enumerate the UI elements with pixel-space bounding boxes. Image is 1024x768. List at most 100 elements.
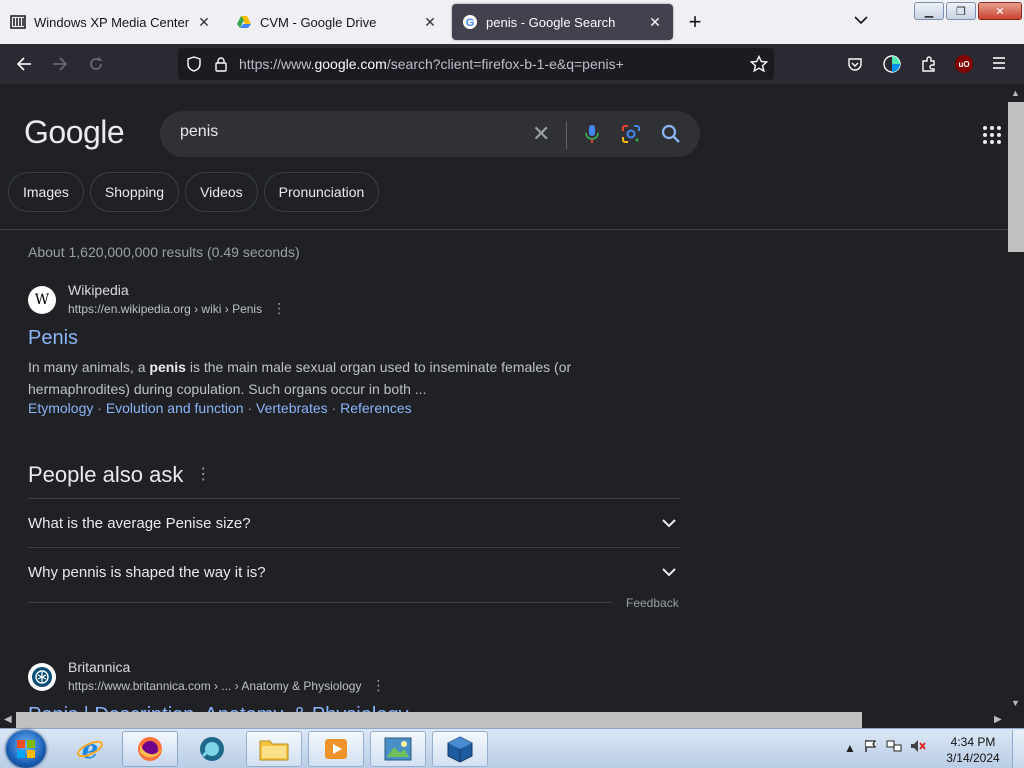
google-logo[interactable]: Google <box>24 114 125 151</box>
search-result: W Wikipedia https://en.wikipedia.org › w… <box>28 282 688 416</box>
chip-videos[interactable]: Videos <box>185 172 258 212</box>
tab-google-search[interactable]: G penis - Google Search ✕ <box>452 4 673 40</box>
search-box-divider <box>566 121 567 149</box>
new-tab-button[interactable]: + <box>683 10 707 34</box>
firefox-taskbar-icon[interactable] <box>122 731 178 767</box>
feedback-link[interactable]: Feedback <box>626 596 679 610</box>
minimize-button[interactable]: ▁ <box>914 2 944 20</box>
scroll-up-arrow-icon[interactable]: ▲ <box>1011 88 1020 98</box>
search-magnifier-icon[interactable] <box>660 123 682 145</box>
list-all-tabs-icon[interactable] <box>854 12 868 28</box>
horizontal-scrollbar[interactable]: ◀ ▶ <box>0 712 1008 728</box>
paa-question[interactable]: What is the average Penise size? <box>28 498 680 547</box>
result-site-row: W Wikipedia https://en.wikipedia.org › w… <box>28 282 688 317</box>
snippet-bold-term: penis <box>149 359 186 375</box>
windows-logo-icon <box>17 740 35 758</box>
paa-question[interactable]: Why pennis is shaped the way it is? <box>28 547 680 596</box>
action-center-flag-icon[interactable] <box>864 739 878 756</box>
reload-icon[interactable] <box>84 52 108 76</box>
google-lens-camera-icon[interactable] <box>620 123 642 145</box>
close-tab-icon[interactable]: ✕ <box>196 14 212 31</box>
britannica-thistle-icon <box>28 662 56 691</box>
scrollbar-corner <box>1008 712 1024 728</box>
search-box[interactable]: ✕ <box>160 111 700 157</box>
restore-button[interactable]: ❐ <box>946 2 976 20</box>
search-filter-chips: Images Shopping Videos Pronunciation <box>8 172 380 212</box>
google-apps-grid-icon[interactable] <box>983 126 1001 144</box>
ublock-origin-icon[interactable]: uO <box>955 55 973 73</box>
close-tab-icon[interactable]: ✕ <box>422 14 438 31</box>
vertical-scroll-thumb[interactable] <box>1008 102 1024 252</box>
file-explorer-icon[interactable] <box>246 731 302 767</box>
snippet-text: In many animals, a <box>28 359 150 375</box>
tab-title: Windows XP Media Center Editi <box>34 14 190 30</box>
volume-muted-icon[interactable] <box>910 739 926 756</box>
wikipedia-w-icon: W <box>28 285 56 314</box>
tab-title: CVM - Google Drive <box>260 14 377 30</box>
result-stats: About 1,620,000,000 results (0.49 second… <box>28 244 300 260</box>
google-drive-icon <box>236 14 252 30</box>
sitelink-references[interactable]: References <box>340 400 412 416</box>
paa-title-text: People also ask <box>28 462 184 487</box>
result-sitelinks: Etymology · Evolution and function · Ver… <box>28 400 412 416</box>
close-tab-icon[interactable]: ✕ <box>647 14 663 31</box>
network-icon[interactable] <box>886 739 902 756</box>
search-input[interactable] <box>180 123 500 141</box>
horizontal-scroll-thumb[interactable] <box>16 712 862 728</box>
navigation-toolbar: https://www.google.com/search?client=fir… <box>0 44 1024 84</box>
voice-search-microphone-icon[interactable] <box>581 123 603 145</box>
url-text[interactable]: https://www.google.com/search?client=fir… <box>239 56 624 72</box>
start-button[interactable] <box>6 730 46 768</box>
system-tray: ▲ <box>844 739 926 756</box>
result-url[interactable]: https://en.wikipedia.org › wiki › Penis <box>68 302 262 316</box>
show-hidden-icons-arrow-icon[interactable]: ▲ <box>844 741 856 755</box>
result-title-link[interactable]: Penis <box>28 327 688 350</box>
url-domain: google.com <box>314 56 387 72</box>
tab-windows-xp[interactable]: Windows XP Media Center Editi ✕ <box>0 4 222 40</box>
back-arrow-icon[interactable] <box>12 52 36 76</box>
account-icon[interactable] <box>882 54 902 79</box>
result-site-name[interactable]: Wikipedia <box>68 282 286 298</box>
result-url-row: https://www.britannica.com › ... › Anato… <box>68 677 385 694</box>
extensions-puzzle-icon[interactable] <box>920 55 938 78</box>
tracking-protection-shield-icon[interactable] <box>186 56 202 77</box>
bookmark-star-icon[interactable] <box>749 54 769 78</box>
chevron-down-icon <box>662 515 676 531</box>
taskbar-clock[interactable]: 4:34 PM 3/14/2024 <box>940 734 1006 766</box>
scroll-left-arrow-icon[interactable]: ◀ <box>4 714 12 725</box>
svg-text:G: G <box>466 17 475 29</box>
result-url[interactable]: https://www.britannica.com › ... › Anato… <box>68 679 361 693</box>
internet-explorer-icon[interactable]: e <box>62 731 118 767</box>
media-player-icon[interactable] <box>308 731 364 767</box>
vertical-scrollbar[interactable]: ▲ ▼ <box>1008 84 1024 712</box>
show-desktop-button[interactable] <box>1012 730 1024 768</box>
sitelink-vertebrates[interactable]: Vertebrates <box>256 400 328 416</box>
scroll-down-arrow-icon[interactable]: ▼ <box>1011 698 1020 708</box>
clear-search-icon[interactable]: ✕ <box>532 121 550 147</box>
lock-icon[interactable] <box>214 56 228 77</box>
more-options-icon[interactable]: ⋮ <box>272 300 286 316</box>
result-site-name[interactable]: Britannica <box>68 659 385 675</box>
chip-pronunciation[interactable]: Pronunciation <box>263 172 380 212</box>
address-bar[interactable]: https://www.google.com/search?client=fir… <box>178 48 774 80</box>
photo-viewer-icon[interactable] <box>370 731 426 767</box>
archive-icon <box>10 14 26 30</box>
teamspeak-taskbar-icon[interactable] <box>184 731 240 767</box>
clock-date: 3/14/2024 <box>946 751 1000 765</box>
pocket-icon[interactable] <box>847 56 863 77</box>
hamburger-menu-icon[interactable] <box>991 56 1007 75</box>
more-options-icon[interactable]: ⋮ <box>195 466 211 483</box>
result-title-link[interactable]: Penis | Description, Anatomy, & Physiolo… <box>28 704 688 712</box>
tab-google-drive[interactable]: CVM - Google Drive ✕ <box>226 4 448 40</box>
more-options-icon[interactable]: ⋮ <box>371 677 385 693</box>
chip-images[interactable]: Images <box>8 172 84 212</box>
google-g-icon: G <box>462 14 478 30</box>
chip-shopping[interactable]: Shopping <box>89 172 180 212</box>
tab-strip: Windows XP Media Center Editi ✕ CVM - Go… <box>0 0 1024 44</box>
sitelink-evolution-and-function[interactable]: Evolution and function <box>106 400 244 416</box>
scroll-right-arrow-icon[interactable]: ▶ <box>994 714 1002 725</box>
close-window-button[interactable]: ✕ <box>978 2 1022 20</box>
forward-arrow-icon[interactable] <box>48 52 72 76</box>
virtualbox-icon[interactable] <box>432 731 488 767</box>
sitelink-etymology[interactable]: Etymology <box>28 400 93 416</box>
